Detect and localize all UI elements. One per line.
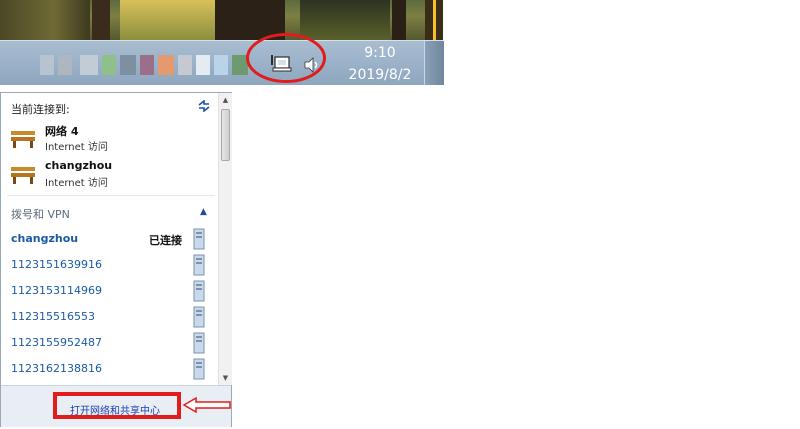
wallpaper-segment — [92, 0, 110, 40]
vpn-name: 1123151639916 — [11, 258, 102, 271]
vpn-name: 112315516553 — [11, 310, 95, 323]
vpn-item[interactable]: 1123155952487 — [11, 332, 216, 356]
highlight-rectangle — [53, 392, 181, 419]
wallpaper-segment — [120, 0, 215, 40]
blurred-tray-icon[interactable] — [58, 55, 72, 75]
vpn-name: changzhou — [11, 232, 79, 245]
vpn-item[interactable]: 112315516553 — [11, 306, 216, 330]
vpn-name: 1123162138816 — [11, 362, 102, 375]
wallpaper-segment — [300, 0, 390, 40]
vpn-name: 1123153114969 — [11, 284, 102, 297]
scroll-thumb[interactable] — [221, 109, 230, 161]
vpn-server-icon — [193, 254, 205, 276]
blurred-tray-icon[interactable] — [158, 55, 174, 75]
pointer-arrow-icon — [182, 396, 231, 414]
taskbar: 9:10 2019/8/2 — [0, 40, 444, 85]
vpn-status: 已连接 — [149, 234, 182, 247]
connection-access: Internet 访问 — [45, 142, 108, 153]
section-divider — [7, 195, 215, 196]
vertical-scrollbar[interactable]: ▲ ▼ — [218, 93, 232, 385]
highlight-ellipse — [246, 33, 326, 83]
connection-access: Internet 访问 — [45, 178, 108, 189]
blurred-tray-icon[interactable] — [80, 55, 98, 75]
clock-time: 9:10 — [364, 45, 396, 61]
scroll-up-icon[interactable]: ▲ — [219, 95, 232, 105]
vpn-server-icon — [193, 228, 205, 250]
collapse-chevron-icon[interactable]: ▲ — [200, 207, 207, 217]
show-desktop-button[interactable] — [424, 41, 444, 85]
wallpaper-segment — [0, 0, 90, 40]
blurred-tray-icon[interactable] — [196, 55, 210, 75]
vpn-server-icon — [193, 358, 205, 380]
clock-date: 2019/8/2 — [348, 67, 412, 83]
vpn-name: 1123155952487 — [11, 336, 102, 349]
vpn-item[interactable]: changzhou 已连接 — [11, 228, 216, 252]
connection-name: 网络 4 — [45, 125, 79, 138]
blurred-tray-icon[interactable] — [120, 55, 136, 75]
blurred-tray-icon[interactable] — [40, 55, 54, 75]
network-bench-icon — [11, 131, 35, 148]
vpn-item[interactable]: 1123153114969 — [11, 280, 216, 304]
current-connection-label: 当前连接到: — [11, 103, 70, 116]
network-flyout: 当前连接到: 网络 4 Internet 访问 changzhou Intern… — [0, 92, 232, 427]
connection-item[interactable]: changzhou Internet 访问 — [9, 159, 209, 193]
scroll-down-icon[interactable]: ▼ — [219, 373, 232, 383]
blurred-tray-icon[interactable] — [178, 55, 192, 75]
vpn-server-icon — [193, 332, 205, 354]
wallpaper-segment — [433, 0, 436, 40]
wallpaper-segment — [392, 0, 406, 40]
network-bench-icon — [11, 167, 35, 184]
desktop-wallpaper — [0, 0, 443, 40]
vpn-item[interactable]: 1123162138816 — [11, 358, 216, 382]
dialup-vpn-section-label: 拨号和 VPN — [11, 208, 70, 221]
connection-item[interactable]: 网络 4 Internet 访问 — [9, 123, 209, 157]
blurred-tray-icon[interactable] — [140, 55, 154, 75]
vpn-server-icon — [193, 280, 205, 302]
refresh-icon[interactable] — [197, 100, 211, 112]
connection-name: changzhou — [45, 159, 113, 172]
blurred-tray-icon[interactable] — [102, 55, 116, 75]
vpn-server-icon — [193, 306, 205, 328]
taskbar-clock[interactable]: 9:10 2019/8/2 — [340, 41, 420, 85]
blurred-tray-icon[interactable] — [214, 55, 228, 75]
vpn-item[interactable]: 1123151639916 — [11, 254, 216, 278]
